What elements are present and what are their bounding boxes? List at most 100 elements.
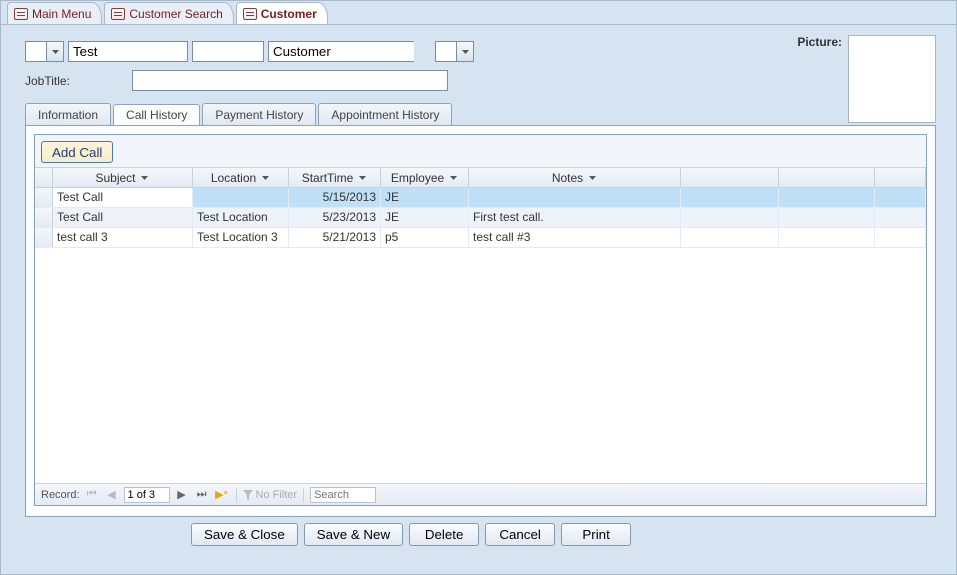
table-row[interactable]: test call 3 Test Location 3 5/21/2013 p5… [35, 228, 926, 248]
cell-notes[interactable] [469, 188, 681, 207]
col-label: Employee [391, 171, 444, 185]
jobtitle-input[interactable] [132, 70, 448, 91]
cell-location[interactable] [193, 188, 289, 207]
suffix-dropdown[interactable] [457, 41, 474, 62]
call-grid: Subject Location StartTime Employee [35, 167, 926, 505]
tab-label: Customer Search [129, 7, 222, 21]
row-selector[interactable] [35, 228, 53, 247]
table-row[interactable]: Test Call 5/15/2013 JE [35, 188, 926, 208]
cell-subject[interactable]: Test Call [53, 208, 193, 227]
cell-employee[interactable]: JE [381, 188, 469, 207]
cell-notes[interactable]: First test call. [469, 208, 681, 227]
window-tabstrip: Main Menu Customer Search Customer [1, 1, 956, 25]
select-all-handle[interactable] [35, 168, 53, 187]
detail-panel: Add Call Subject Location StartTime [25, 125, 936, 517]
first-name-input[interactable] [68, 41, 188, 62]
customer-header: JobTitle: Picture: [1, 25, 956, 99]
cell-subject[interactable]: test call 3 [53, 228, 193, 247]
add-call-button[interactable]: Add Call [41, 141, 113, 163]
form-icon [111, 8, 125, 20]
tab-appointment-history[interactable]: Appointment History [318, 103, 452, 125]
middle-name-input[interactable] [192, 41, 264, 62]
cell-extra[interactable] [875, 188, 926, 207]
grid-header-row: Subject Location StartTime Employee [35, 168, 926, 188]
no-filter-indicator[interactable]: No Filter [243, 489, 298, 501]
col-header-extra[interactable] [875, 168, 926, 187]
cell-employee[interactable]: p5 [381, 228, 469, 247]
tab-label: Information [38, 108, 98, 122]
footer-buttons: Save & Close Save & New Delete Cancel Pr… [1, 517, 956, 546]
chevron-down-icon [260, 173, 270, 183]
print-button[interactable]: Print [561, 523, 631, 546]
nav-first-icon[interactable]: ⏮ [84, 487, 100, 503]
col-header-extra[interactable] [779, 168, 875, 187]
cell-extra[interactable] [875, 228, 926, 247]
save-close-button[interactable]: Save & Close [191, 523, 298, 546]
save-new-button[interactable]: Save & New [304, 523, 403, 546]
record-navigator: Record: ⏮ ◀ ▶ ⏭ ▶* No Filter [35, 483, 926, 505]
tab-main-menu[interactable]: Main Menu [7, 2, 102, 24]
form-icon [14, 8, 28, 20]
title-prefix-dropdown[interactable] [47, 41, 64, 62]
no-filter-label: No Filter [256, 489, 298, 501]
cell-notes[interactable]: test call #3 [469, 228, 681, 247]
cell-extra[interactable] [779, 188, 875, 207]
col-header-employee[interactable]: Employee [381, 168, 469, 187]
suffix-combo[interactable] [435, 41, 457, 62]
last-name-input[interactable] [268, 41, 414, 62]
picture-frame[interactable] [848, 35, 936, 123]
cell-starttime[interactable]: 5/15/2013 [289, 188, 381, 207]
col-header-starttime[interactable]: StartTime [289, 168, 381, 187]
tab-call-history[interactable]: Call History [113, 104, 200, 126]
table-row[interactable]: Test Call Test Location 5/23/2013 JE Fir… [35, 208, 926, 228]
tab-label: Main Menu [32, 7, 91, 21]
cell-extra[interactable] [681, 208, 779, 227]
tab-customer-search[interactable]: Customer Search [104, 2, 233, 24]
nav-next-icon[interactable]: ▶ [174, 487, 190, 503]
separator [236, 488, 237, 502]
row-selector[interactable] [35, 208, 53, 227]
grid-search-input[interactable] [310, 487, 376, 503]
cell-subject[interactable]: Test Call [53, 188, 193, 207]
cell-starttime[interactable]: 5/23/2013 [289, 208, 381, 227]
cell-employee[interactable]: JE [381, 208, 469, 227]
nav-last-icon[interactable]: ⏭ [194, 487, 210, 503]
nav-prev-icon[interactable]: ◀ [104, 487, 120, 503]
tab-information[interactable]: Information [25, 103, 111, 125]
form-icon [243, 8, 257, 20]
record-position-input[interactable] [124, 487, 170, 503]
col-label: StartTime [302, 171, 354, 185]
recnav-label: Record: [41, 489, 80, 501]
cell-extra[interactable] [681, 188, 779, 207]
cell-extra[interactable] [681, 228, 779, 247]
title-prefix-combo[interactable] [25, 41, 47, 62]
call-history-subform: Add Call Subject Location StartTime [34, 134, 927, 506]
chevron-down-icon [587, 173, 597, 183]
tab-customer[interactable]: Customer [236, 2, 328, 24]
cell-extra[interactable] [779, 208, 875, 227]
cell-extra[interactable] [875, 208, 926, 227]
col-header-notes[interactable]: Notes [469, 168, 681, 187]
col-header-location[interactable]: Location [193, 168, 289, 187]
cell-location[interactable]: Test Location [193, 208, 289, 227]
cell-starttime[interactable]: 5/21/2013 [289, 228, 381, 247]
chevron-down-icon [140, 173, 150, 183]
tab-label: Customer [261, 7, 317, 21]
picture-label: Picture: [797, 35, 842, 49]
subform-toolbar: Add Call [35, 135, 926, 167]
row-selector[interactable] [35, 188, 53, 207]
cell-location[interactable]: Test Location 3 [193, 228, 289, 247]
col-label: Location [211, 171, 256, 185]
col-header-subject[interactable]: Subject [53, 168, 193, 187]
cell-extra[interactable] [779, 228, 875, 247]
tab-payment-history[interactable]: Payment History [202, 103, 316, 125]
delete-button[interactable]: Delete [409, 523, 479, 546]
cancel-button[interactable]: Cancel [485, 523, 555, 546]
col-label: Subject [95, 171, 135, 185]
jobtitle-label: JobTitle: [25, 74, 70, 88]
grid-body[interactable]: Test Call 5/15/2013 JE Test Call Test Lo… [35, 188, 926, 483]
nav-new-icon[interactable]: ▶* [214, 487, 230, 503]
col-header-extra[interactable] [681, 168, 779, 187]
funnel-icon [243, 490, 253, 500]
chevron-down-icon [448, 173, 458, 183]
